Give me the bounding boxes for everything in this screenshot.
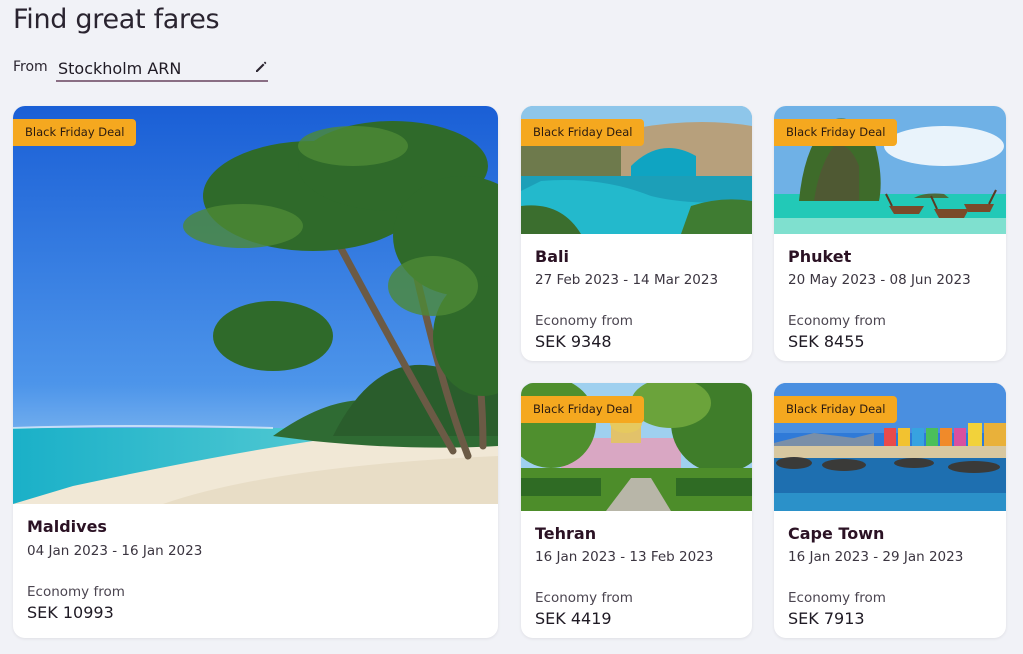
deal-badge: Black Friday Deal — [13, 119, 137, 146]
deal-card-tehran[interactable]: Black Friday Deal Tehran 16 Jan 2023 - 1… — [521, 383, 752, 638]
fare-price: SEK 8455 — [788, 332, 865, 351]
deal-badge: Black Friday Deal — [774, 396, 898, 423]
travel-dates: 04 Jan 2023 - 16 Jan 2023 — [27, 543, 203, 559]
maldives-beach-image — [13, 106, 498, 504]
fare-label: Economy from — [27, 584, 125, 600]
deal-badge: Black Friday Deal — [521, 119, 645, 146]
fare-price: SEK 4419 — [535, 609, 612, 628]
destination-name: Bali — [535, 247, 569, 266]
deal-card-bali[interactable]: Black Friday Deal Bali 27 Feb 2023 - 14 … — [521, 106, 752, 361]
fare-label: Economy from — [535, 313, 633, 329]
travel-dates: 27 Feb 2023 - 14 Mar 2023 — [535, 272, 719, 288]
destination-name: Cape Town — [788, 524, 885, 543]
deal-badge: Black Friday Deal — [521, 396, 645, 423]
deal-card-cape-town[interactable]: Black Friday Deal Cape Town 16 Jan 2023 … — [774, 383, 1006, 638]
travel-dates: 16 Jan 2023 - 13 Feb 2023 — [535, 549, 714, 565]
deal-badge: Black Friday Deal — [774, 119, 898, 146]
origin-value[interactable]: Stockholm ARN — [58, 59, 181, 78]
origin-field[interactable]: Stockholm ARN — [56, 54, 268, 82]
fare-price: SEK 7913 — [788, 609, 865, 628]
deal-card-phuket[interactable]: Black Friday Deal Phuket 20 May 2023 - 0… — [774, 106, 1006, 361]
fare-label: Economy from — [788, 590, 886, 606]
page-title: Find great fares — [13, 4, 220, 35]
destination-name: Tehran — [535, 524, 597, 543]
fare-label: Economy from — [788, 313, 886, 329]
destination-name: Maldives — [27, 517, 107, 536]
fare-price: SEK 9348 — [535, 332, 612, 351]
destination-name: Phuket — [788, 247, 852, 266]
pencil-icon[interactable] — [254, 60, 268, 74]
deal-card-maldives[interactable]: Black Friday Deal Maldives 04 Jan 2023 -… — [13, 106, 498, 638]
fare-label: Economy from — [535, 590, 633, 606]
fare-price: SEK 10993 — [27, 603, 114, 622]
origin-label: From — [13, 59, 48, 75]
travel-dates: 20 May 2023 - 08 Jun 2023 — [788, 272, 971, 288]
travel-dates: 16 Jan 2023 - 29 Jan 2023 — [788, 549, 964, 565]
